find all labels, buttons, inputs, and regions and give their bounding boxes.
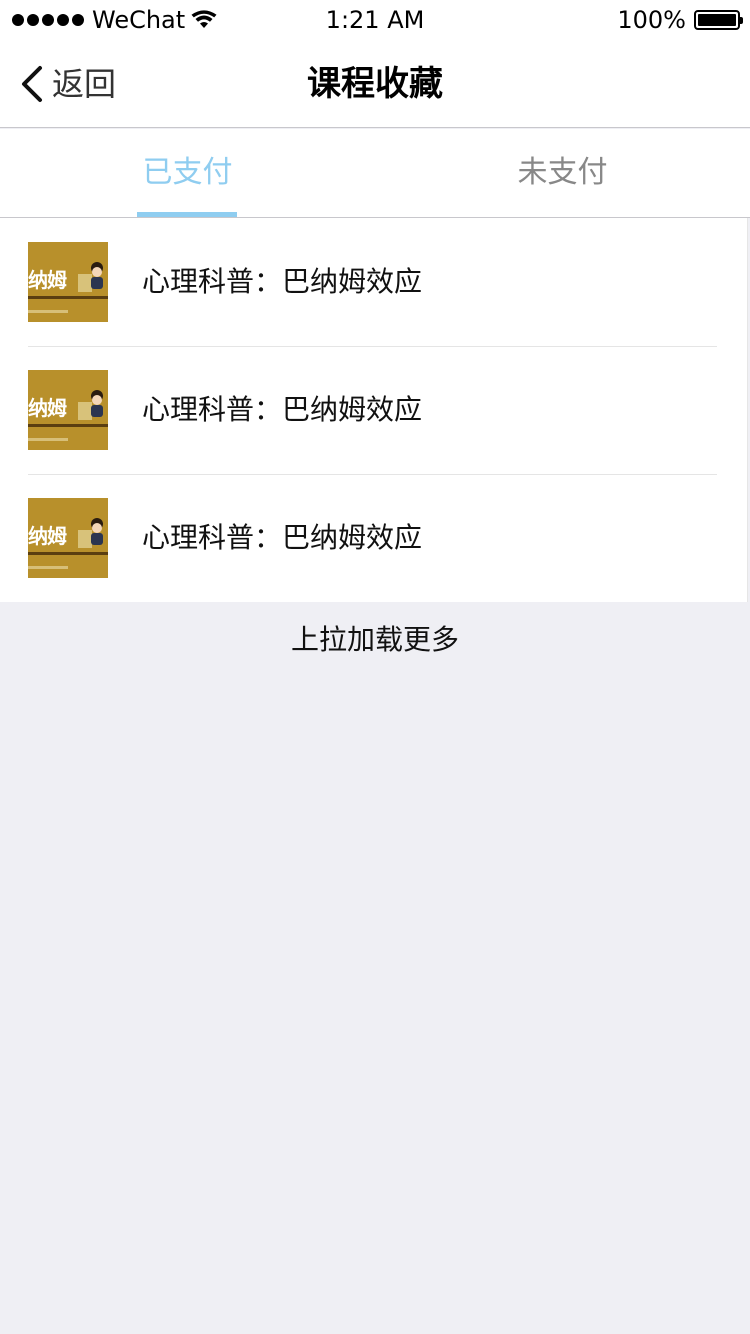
course-list: 纳姆 心理科普：巴纳姆效应 纳姆 心理科普：巴纳姆效应 纳姆 心理科普：巴纳姆效… xyxy=(0,218,748,602)
course-thumbnail: 纳姆 xyxy=(28,242,108,322)
course-title: 心理科普：巴纳姆效应 xyxy=(142,393,423,426)
load-more-text[interactable]: 上拉加载更多 xyxy=(0,602,750,678)
tab-unpaid-label: 未支付 xyxy=(517,155,608,190)
cartoon-person-icon xyxy=(91,390,103,417)
tab-bar: 已支付 未支付 xyxy=(0,129,750,218)
thumbnail-text: 纳姆 xyxy=(28,268,67,292)
battery-icon xyxy=(694,10,743,30)
thumbnail-text: 纳姆 xyxy=(28,524,67,548)
course-item[interactable]: 纳姆 心理科普：巴纳姆效应 xyxy=(0,346,747,474)
active-tab-indicator xyxy=(137,212,237,217)
thumbnail-caption xyxy=(28,310,68,313)
course-thumbnail: 纳姆 xyxy=(28,498,108,578)
battery-percentage: 100% xyxy=(617,6,686,34)
tab-paid-label: 已支付 xyxy=(142,155,233,190)
cartoon-person-icon xyxy=(91,262,103,289)
battery-fill xyxy=(698,14,736,26)
cartoon-person-icon xyxy=(91,518,103,545)
tab-unpaid[interactable]: 未支付 xyxy=(375,129,750,217)
course-item[interactable]: 纳姆 心理科普：巴纳姆效应 xyxy=(0,218,747,346)
thumbnail-caption xyxy=(28,438,68,441)
page-title: 课程收藏 xyxy=(307,64,443,104)
thumbnail-caption xyxy=(28,566,68,569)
thumbnail-text: 纳姆 xyxy=(28,396,67,420)
navigation-bar: 返回 课程收藏 xyxy=(0,40,750,128)
thumbnail-stripe xyxy=(28,296,108,299)
course-title: 心理科普：巴纳姆效应 xyxy=(142,265,423,298)
course-thumbnail: 纳姆 xyxy=(28,370,108,450)
thumbnail-stripe xyxy=(28,552,108,555)
status-right: 100% xyxy=(617,6,743,34)
tab-paid[interactable]: 已支付 xyxy=(0,129,375,217)
course-item[interactable]: 纳姆 心理科普：巴纳姆效应 xyxy=(0,474,747,602)
course-title: 心理科普：巴纳姆效应 xyxy=(142,521,423,554)
status-bar: WeChat 1:21 AM 100% xyxy=(0,0,750,40)
thumbnail-stripe xyxy=(28,424,108,427)
